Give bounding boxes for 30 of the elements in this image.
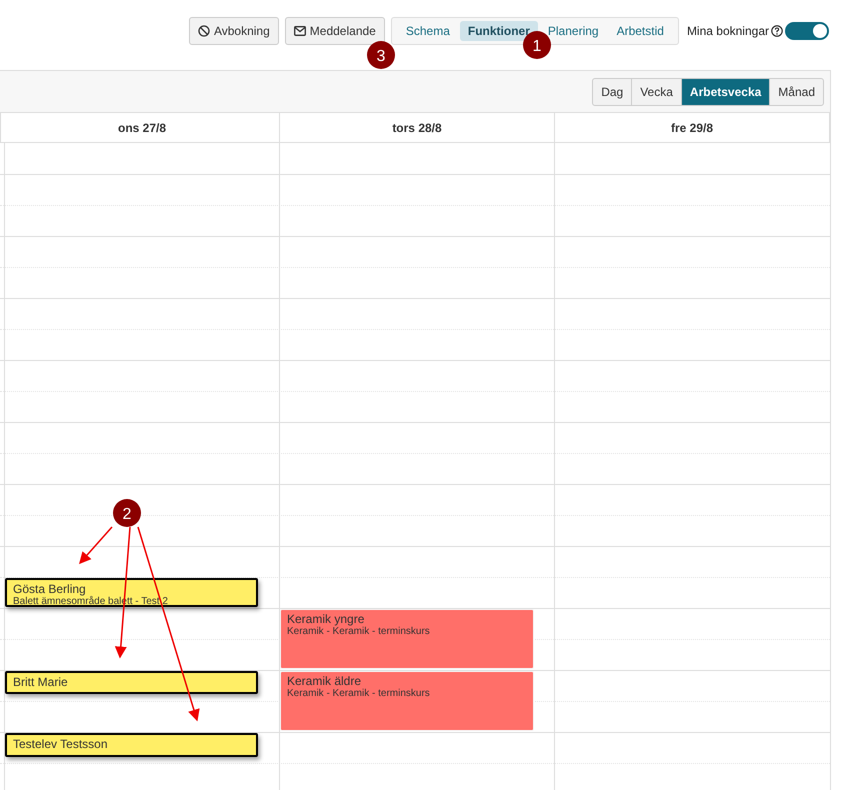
view-button[interactable]: Vecka [631,78,682,106]
cancel-button[interactable]: Avbokning [188,17,279,45]
annotation-marker: 3 [367,41,395,69]
annotation-marker: 2 [113,499,141,527]
toggle-switch[interactable] [785,22,829,40]
arrow [79,526,113,564]
event-title: Testelev Testsson [13,737,108,751]
view-button[interactable]: Månad [769,78,824,106]
toggle-label: Mina bokningar [686,23,769,40]
day-header: fre 29/8 [670,120,714,136]
view-button[interactable]: Arbetsvecka [680,78,770,106]
event-title: Gösta Berling [13,582,87,596]
event-title: Keramik yngre [287,612,366,626]
calendar-event[interactable]: Keramik yngre Keramik - Keramik - terminskurs [280,609,534,669]
calendar-event[interactable]: Keramik äldre Keramik - Keramik - terminskurs [280,671,534,731]
calendar-event[interactable]: Testelev Testsson [5,733,258,757]
prohibited-icon [198,25,210,37]
view-button[interactable]: Dag [592,78,632,106]
tab[interactable]: Arbetstid [608,21,672,41]
help-icon [771,25,783,37]
event-subtitle: Keramik - Keramik - terminskurs [287,688,431,700]
day-header: ons 27/8 [118,120,166,136]
envelope-icon [294,26,306,36]
calendar-event[interactable]: Britt Marie [5,671,258,694]
event-title: Britt Marie [13,675,69,689]
message-button[interactable]: Meddelande [284,17,385,45]
day-header: tors 28/8 [392,120,442,136]
tab[interactable]: Schema [398,21,458,41]
event-title: Keramik äldre [287,674,362,688]
event-subtitle: Keramik - Keramik - terminskurs [287,626,431,638]
